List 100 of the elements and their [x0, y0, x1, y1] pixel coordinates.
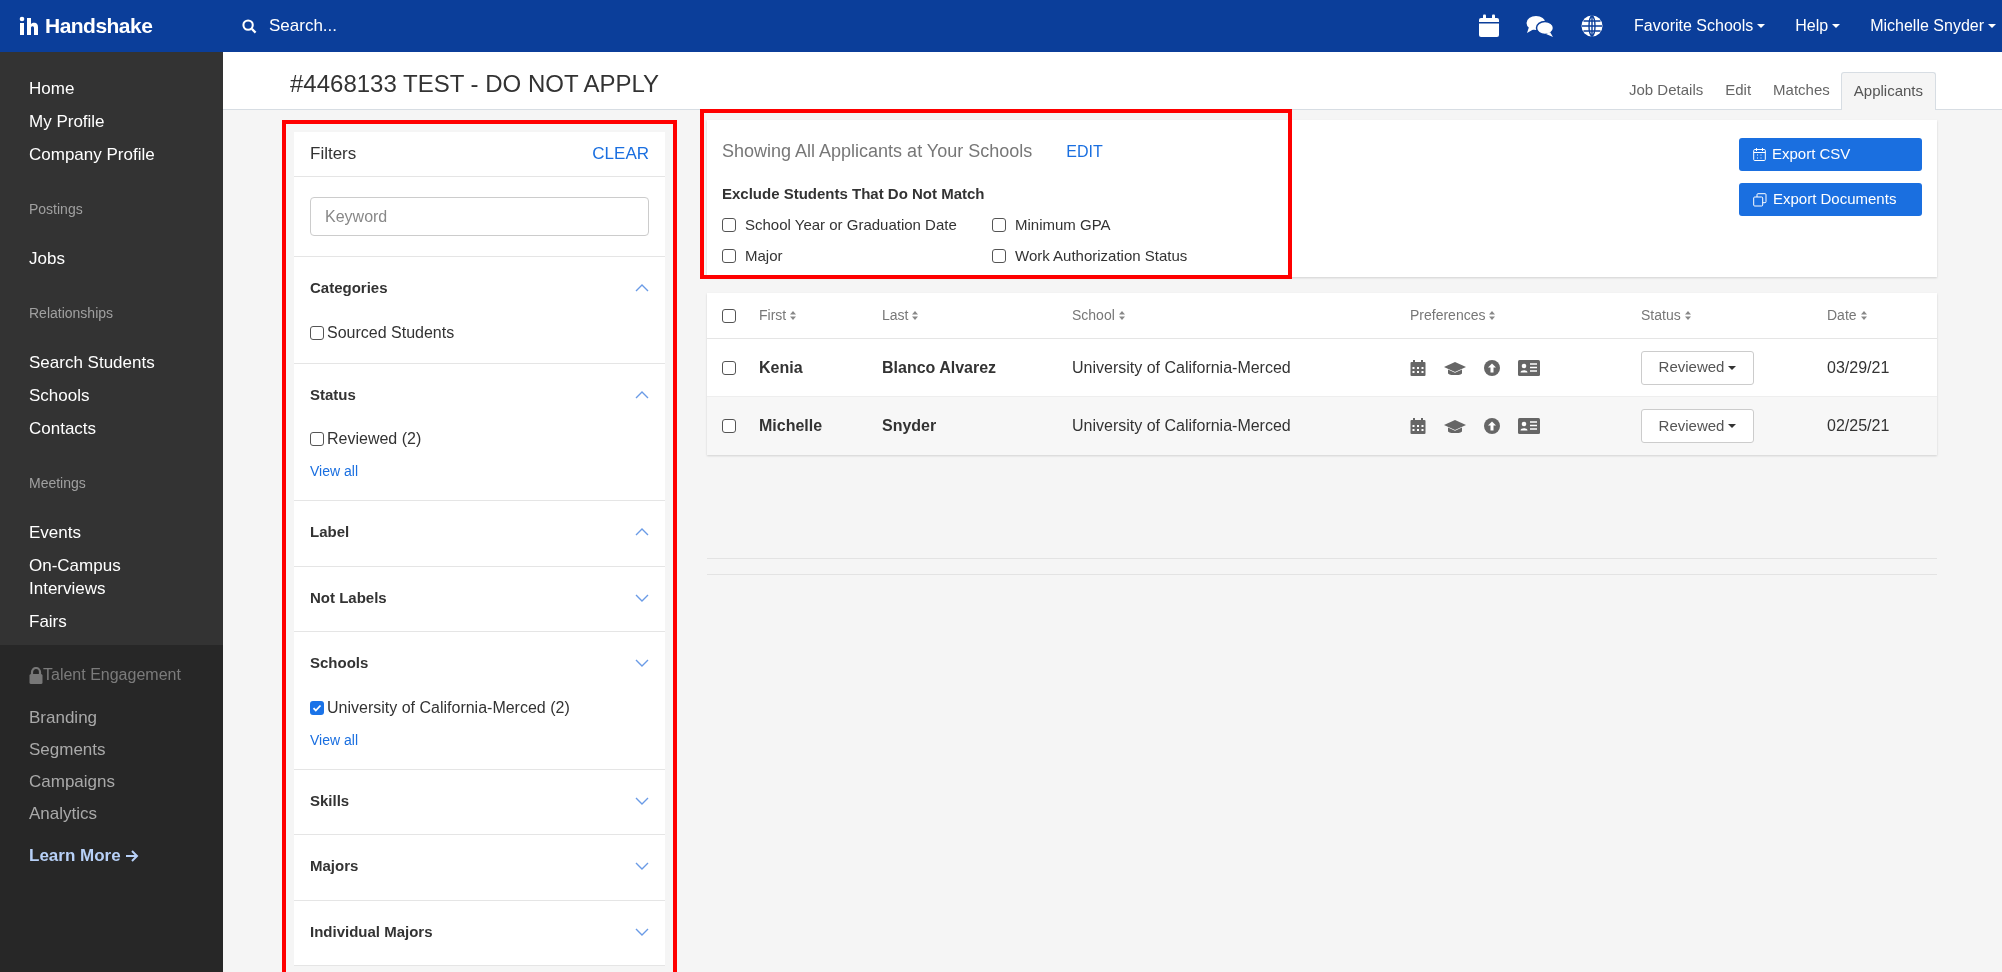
copy-icon — [1753, 192, 1767, 207]
export-button[interactable]: Export CSV — [1739, 138, 1922, 171]
menu-dropdown[interactable]: Help — [1795, 14, 1841, 38]
sort-icon — [1489, 311, 1496, 320]
nav-link[interactable]: My Profile — [29, 110, 169, 133]
option-label: School Year or Graduation Date — [745, 214, 957, 235]
option-label: University of California-Merced (2) — [327, 697, 570, 718]
tab[interactable]: Edit — [1714, 71, 1763, 109]
caret-icon — [1988, 24, 1996, 28]
nav-link[interactable]: Segments — [29, 738, 169, 761]
learn-more-link[interactable]: Learn More — [0, 843, 139, 869]
filter-section-header[interactable]: Not Labels — [310, 586, 649, 609]
search-field[interactable]: Search... — [269, 13, 669, 39]
section-heading: Talent Engagement — [43, 665, 181, 685]
option-label: Work Authorization Status — [1015, 246, 1188, 266]
column-header[interactable]: School — [1072, 305, 1410, 326]
tab[interactable]: Matches — [1762, 71, 1841, 109]
filter-section-header[interactable]: Schools — [310, 652, 649, 675]
checkbox[interactable] — [310, 700, 324, 715]
sort-icon — [1684, 311, 1691, 320]
caret-icon — [1728, 365, 1737, 370]
status-dropdown[interactable]: Reviewed — [1641, 409, 1754, 443]
filter-section-header[interactable]: Categories — [310, 277, 649, 300]
tab[interactable]: Applicants — [1840, 72, 1936, 110]
nav-link[interactable]: Contacts — [29, 417, 169, 440]
nav-link[interactable]: Fairs — [29, 610, 169, 633]
filter-section-header[interactable]: Skills — [310, 789, 649, 812]
filter-section-header[interactable]: Status — [310, 383, 649, 406]
checkbox[interactable] — [722, 360, 736, 375]
checkbox[interactable] — [992, 217, 1006, 232]
keyword-field[interactable]: Keyword — [310, 197, 649, 236]
table-cell-text: University of California-Merced — [1072, 357, 1292, 378]
view-all-link[interactable]: View all — [310, 729, 358, 751]
checkmark-icon — [312, 702, 322, 713]
checkbox[interactable] — [310, 325, 324, 340]
clear-button[interactable]: CLEAR — [592, 141, 649, 167]
nav-link[interactable]: Events — [29, 521, 169, 544]
checkbox[interactable] — [722, 249, 736, 264]
edit-link[interactable]: EDIT — [1066, 139, 1103, 164]
table-cell-text: Blanco Alvarez — [882, 357, 998, 378]
summary-heading: Showing All Applicants at Your Schools — [722, 140, 1033, 163]
checkbox[interactable] — [722, 419, 736, 433]
filter-section-header[interactable]: Majors — [310, 855, 649, 878]
nav-link[interactable]: Home — [29, 77, 169, 100]
status-dropdown[interactable]: Reviewed — [1641, 350, 1754, 385]
menu-dropdown[interactable]: Michelle Snyder — [1870, 14, 1996, 38]
table-cell-text: Kenia — [759, 357, 804, 378]
option-label: Minimum GPA — [1015, 214, 1111, 235]
id-card-icon — [1518, 359, 1540, 376]
section-heading: Postings — [28, 200, 84, 219]
sort-icon — [790, 311, 797, 320]
lock-icon — [29, 666, 43, 684]
nav-link[interactable]: Analytics — [29, 802, 169, 825]
column-header[interactable]: Date — [1827, 305, 1937, 326]
column-header[interactable]: Status — [1641, 305, 1827, 326]
upload-icon — [1484, 418, 1500, 434]
graduation-cap-icon — [1444, 419, 1466, 433]
nav-link[interactable]: Company Profile — [29, 143, 169, 166]
calendar-icon — [1410, 418, 1426, 434]
graduation-cap-icon — [1444, 360, 1466, 375]
checkbox[interactable] — [310, 432, 324, 446]
checkbox[interactable] — [722, 308, 736, 323]
table-cell-text: Michelle — [759, 416, 824, 436]
caret-icon — [1832, 24, 1841, 28]
chat-icon — [1526, 15, 1555, 37]
checkbox[interactable] — [722, 217, 736, 232]
column-header[interactable]: First — [759, 305, 882, 326]
caret-icon — [1757, 24, 1766, 28]
view-all-link[interactable]: View all — [310, 461, 358, 482]
menu-dropdown[interactable]: Favorite Schools — [1634, 14, 1766, 38]
column-header[interactable]: Last — [882, 305, 1072, 326]
globe-icon — [1580, 14, 1605, 38]
page-title: #4468133 TEST - DO NOT APPLY — [290, 69, 660, 99]
export-button[interactable]: Export Documents — [1739, 183, 1922, 216]
filter-section-header[interactable]: Label — [310, 521, 649, 544]
option-label: Sourced Students — [327, 322, 455, 343]
upload-icon — [1484, 359, 1500, 376]
nav-link[interactable]: Branding — [29, 706, 169, 729]
table-cell-text: University of California-Merced — [1072, 416, 1292, 436]
checkbox[interactable] — [992, 249, 1006, 264]
logo-text: Handshake — [45, 13, 153, 40]
calendar-icon — [1478, 14, 1501, 38]
id-card-icon — [1518, 418, 1540, 434]
nav-link[interactable]: Search Students — [29, 351, 169, 374]
arrow-right-icon — [124, 848, 139, 863]
section-heading: Meetings — [28, 474, 87, 493]
filter-section-header[interactable]: Individual Majors — [310, 920, 649, 943]
option-label: Reviewed (2) — [327, 429, 422, 449]
nav-link[interactable]: Campaigns — [29, 770, 169, 793]
sort-icon — [1860, 311, 1867, 320]
exclude-title: Exclude Students That Do Not Match — [722, 184, 986, 204]
sort-icon — [1118, 311, 1125, 320]
nav-link[interactable]: Schools — [29, 384, 169, 407]
table-cell-text: 03/29/21 — [1827, 357, 1891, 378]
nav-link[interactable]: Jobs — [29, 247, 169, 270]
sort-icon — [912, 311, 919, 320]
tab[interactable]: Job Details — [1618, 71, 1715, 109]
column-header[interactable]: Preferences — [1410, 305, 1641, 326]
nav-link[interactable]: On-Campus Interviews — [29, 554, 169, 600]
caret-icon — [1728, 424, 1737, 428]
